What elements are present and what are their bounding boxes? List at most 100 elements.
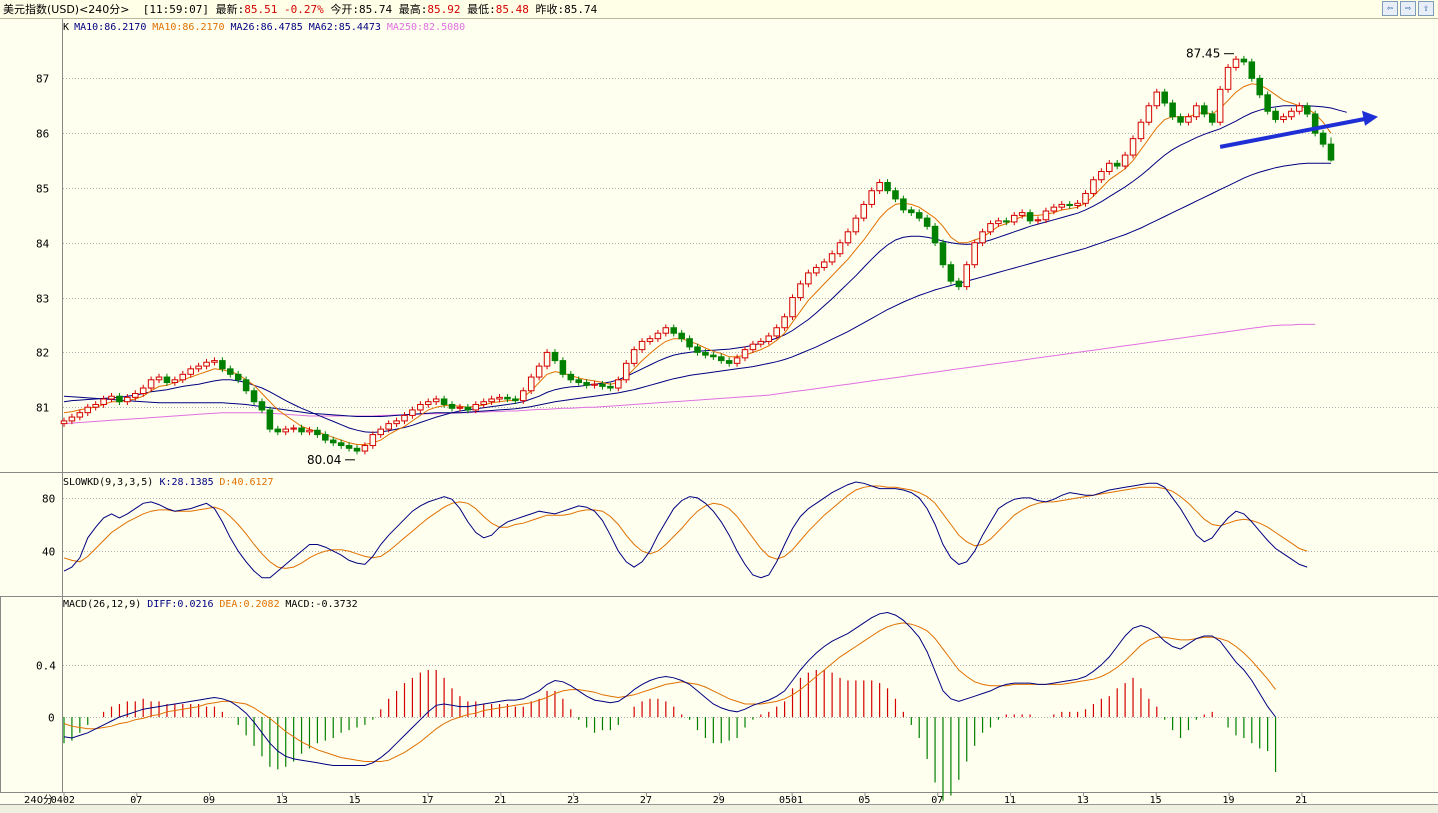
- candle-body: [266, 409, 274, 430]
- candle-body: [805, 272, 812, 285]
- candle-body: [393, 420, 400, 425]
- x-tick-label: 13: [276, 795, 288, 804]
- x-tick-label: 11: [1004, 795, 1016, 804]
- chart-nav: ⇦ ⇨ ⇧: [1382, 1, 1434, 16]
- x-tick-label: 23: [567, 795, 579, 804]
- main-legend-item: MA10:86.2170: [152, 22, 224, 33]
- candle-body: [227, 368, 234, 375]
- candle-body: [1280, 116, 1287, 120]
- candle-body: [1074, 202, 1081, 207]
- candle-body: [717, 356, 725, 362]
- candle-body: [258, 401, 266, 411]
- candle-body: [385, 423, 392, 430]
- kd-tick-label: 80: [42, 493, 55, 506]
- candle-body: [876, 181, 883, 192]
- candle-body: [646, 338, 654, 342]
- candle-body: [551, 351, 559, 362]
- candle-body: [1042, 210, 1050, 221]
- candle-body: [615, 379, 622, 389]
- x-tick-label: 05: [858, 795, 870, 804]
- candle-body: [234, 373, 242, 381]
- candle-body: [599, 383, 606, 387]
- candle-body: [710, 354, 717, 358]
- candle-body: [630, 349, 638, 364]
- candle-body: [947, 264, 955, 282]
- candle-body: [219, 360, 226, 370]
- candle-body: [1272, 110, 1279, 120]
- candle-body: [1121, 154, 1129, 167]
- candle-body: [496, 396, 503, 400]
- high-annotation: 87.45: [1186, 47, 1220, 61]
- candle-body: [1216, 88, 1224, 123]
- x-tick-label: 29: [713, 795, 725, 804]
- nav-expand-icon[interactable]: ⇧: [1418, 1, 1434, 16]
- candle-body: [765, 335, 773, 342]
- candle-body: [781, 316, 788, 329]
- high-value: 85.92: [427, 2, 461, 16]
- candle-body: [195, 365, 202, 370]
- candle-body: [622, 362, 630, 381]
- x-tick-label: 21: [494, 795, 506, 804]
- candle-body: [424, 401, 432, 405]
- candle-body: [955, 280, 963, 288]
- x-tick-label: 0402: [51, 795, 75, 804]
- candle-body: [852, 217, 860, 233]
- kd-legend-item: SLOWKD(9,3,3,5): [63, 477, 153, 488]
- candle-body: [583, 382, 590, 386]
- candle-body: [662, 327, 670, 334]
- candle-body: [979, 231, 986, 244]
- price-tick-label: 82: [36, 347, 49, 360]
- candle-body: [1327, 143, 1335, 161]
- main-legend-item: MA62:85.4473: [309, 22, 381, 33]
- candle-body: [432, 398, 440, 403]
- candle-body: [915, 212, 923, 219]
- candle-body: [987, 223, 994, 233]
- candle-body: [163, 376, 171, 384]
- candle-body: [702, 351, 709, 356]
- candle-body: [472, 403, 480, 411]
- candle-body: [448, 403, 456, 409]
- change-value: -0.27%: [284, 2, 324, 16]
- candle-body: [155, 376, 163, 381]
- candle-body: [1113, 162, 1121, 167]
- main-legend-item: MA26:86.4785: [231, 22, 303, 33]
- candle-body: [179, 373, 187, 381]
- instrument-title: 美元指数(USD)<240分>: [3, 3, 130, 16]
- candle-body: [1224, 66, 1232, 90]
- candle-body: [345, 445, 353, 449]
- candle-body: [1256, 77, 1264, 96]
- candle-body: [527, 376, 535, 392]
- candle-body: [1248, 61, 1256, 79]
- candle-body: [1145, 105, 1153, 123]
- candle-body: [100, 398, 107, 405]
- candle-body: [1010, 214, 1018, 223]
- candle-body: [1177, 116, 1184, 123]
- candle-body: [456, 406, 464, 409]
- candle-body: [290, 427, 297, 430]
- macd-legend-item: DIFF:0.0216: [147, 599, 213, 610]
- price-tick-label: 84: [36, 238, 50, 251]
- chart-area[interactable]: 81 82 83 84 85 86 87 87.45 80.04 K MA10:86.2170 MA1…: [0, 19, 1438, 804]
- kd-legend-item: D:40.6127: [219, 477, 273, 488]
- x-tick-label: 15: [1150, 795, 1162, 804]
- quote-time: [11:59:07]: [142, 2, 210, 16]
- candle-body: [329, 439, 337, 444]
- candle-body: [757, 340, 765, 345]
- x-tick-label: 19: [1222, 795, 1234, 804]
- candle-body: [353, 447, 361, 452]
- candle-body: [68, 416, 76, 422]
- candle-body: [306, 429, 313, 433]
- candle-body: [274, 428, 282, 433]
- nav-left-icon[interactable]: ⇦: [1382, 1, 1398, 16]
- price-tick-label: 83: [36, 293, 49, 306]
- candle-body: [1026, 212, 1034, 222]
- nav-right-icon[interactable]: ⇨: [1400, 1, 1416, 16]
- low-annotation: 80.04: [307, 453, 341, 467]
- candle-body: [868, 190, 875, 205]
- candle-body: [488, 398, 495, 403]
- candle-body: [139, 387, 147, 394]
- candle-body: [1003, 220, 1010, 223]
- candle-body: [337, 442, 345, 447]
- candle-body: [725, 360, 733, 364]
- candle-body: [963, 264, 971, 288]
